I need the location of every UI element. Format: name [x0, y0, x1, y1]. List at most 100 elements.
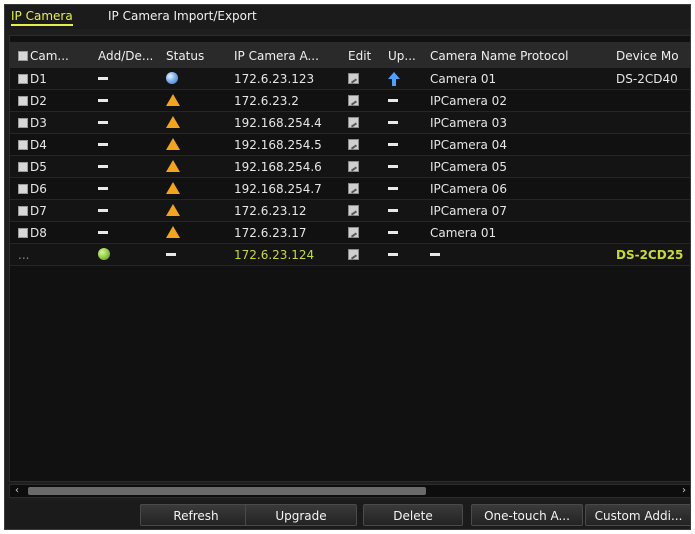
camera-channel-cell[interactable]: D8: [18, 226, 90, 240]
row-checkbox[interactable]: [18, 118, 28, 128]
add-delete-cell[interactable]: [98, 116, 162, 130]
edit-icon[interactable]: [348, 183, 359, 194]
camera-channel-cell[interactable]: D5: [18, 160, 90, 174]
one-touch-adding-button[interactable]: One-touch A...: [471, 504, 583, 526]
select-all-checkbox[interactable]: [18, 51, 28, 61]
edit-cell[interactable]: [348, 182, 378, 196]
edit-icon[interactable]: [348, 161, 359, 172]
ip-address-cell: 172.6.23.17: [234, 226, 344, 240]
row-checkbox[interactable]: [18, 140, 28, 150]
dash-icon: [388, 231, 398, 234]
table-row[interactable]: D8 172.6.23.17 Camera 01: [10, 222, 690, 244]
header-device-model[interactable]: Device Mo: [616, 49, 690, 63]
add-delete-cell[interactable]: [98, 248, 162, 262]
edit-cell[interactable]: [348, 72, 378, 86]
upgrade-cell[interactable]: [388, 94, 424, 108]
edit-icon[interactable]: [348, 139, 359, 150]
refresh-button[interactable]: Refresh: [140, 504, 252, 526]
delete-button[interactable]: Delete: [363, 504, 463, 526]
edit-icon[interactable]: [348, 117, 359, 128]
camera-name-cell: IPCamera 05: [430, 160, 610, 174]
scrollbar-thumb[interactable]: [28, 487, 426, 495]
upgrade-cell[interactable]: [388, 160, 424, 174]
device-model-text: DS-2CD40: [616, 72, 678, 86]
table-row[interactable]: D5 192.168.254.6 IPCamera 05: [10, 156, 690, 178]
horizontal-scrollbar[interactable]: ‹ ›: [9, 484, 690, 498]
table-row[interactable]: D4 192.168.254.5 IPCamera 04: [10, 134, 690, 156]
add-delete-cell[interactable]: [98, 182, 162, 196]
edit-icon[interactable]: [348, 249, 359, 260]
edit-cell[interactable]: [348, 94, 378, 108]
camera-channel-cell[interactable]: D4: [18, 138, 90, 152]
upgrade-cell[interactable]: [388, 116, 424, 130]
row-checkbox[interactable]: [18, 206, 28, 216]
add-delete-cell[interactable]: [98, 204, 162, 218]
header-status[interactable]: Status: [166, 49, 222, 63]
upgrade-cell[interactable]: [388, 248, 424, 262]
edit-cell[interactable]: [348, 248, 378, 262]
add-delete-cell[interactable]: [98, 226, 162, 240]
add-delete-cell[interactable]: [98, 160, 162, 174]
row-checkbox[interactable]: [18, 228, 28, 238]
add-delete-cell[interactable]: [98, 138, 162, 152]
ip-address-text: 172.6.23.2: [234, 94, 299, 108]
add-camera-icon[interactable]: [98, 248, 110, 260]
device-model-cell: DS-2CD40: [616, 72, 690, 86]
edit-icon[interactable]: [348, 73, 359, 84]
upgrade-cell[interactable]: [388, 204, 424, 218]
upgrade-cell[interactable]: [388, 72, 424, 87]
row-checkbox[interactable]: [18, 74, 28, 84]
scroll-right-arrow-icon[interactable]: ›: [677, 485, 690, 497]
edit-icon[interactable]: [348, 205, 359, 216]
header-ip-address[interactable]: IP Camera A...: [234, 49, 344, 63]
table-row[interactable]: D6 192.168.254.7 IPCamera 06: [10, 178, 690, 200]
dash-icon: [166, 253, 176, 256]
upgrade-cell[interactable]: [388, 138, 424, 152]
camera-name-text: IPCamera 02: [430, 94, 507, 108]
discovered-camera-row[interactable]: ... 172.6.23.124 DS-2CD25: [10, 244, 690, 266]
camera-name-cell: IPCamera 03: [430, 116, 610, 130]
upgrade-button[interactable]: Upgrade: [245, 504, 357, 526]
camera-channel-label: D2: [30, 94, 47, 108]
header-add-delete[interactable]: Add/De...: [98, 49, 162, 63]
upgrade-cell[interactable]: [388, 182, 424, 196]
table-row[interactable]: D1 172.6.23.123 Camera 01 DS-2CD40: [10, 68, 690, 90]
tab-bar: IP Camera IP Camera Import/Export: [5, 5, 690, 29]
edit-cell[interactable]: [348, 204, 378, 218]
camera-channel-cell[interactable]: D6: [18, 182, 90, 196]
camera-channel-cell[interactable]: D7: [18, 204, 90, 218]
camera-channel-label: D5: [30, 160, 47, 174]
row-checkbox[interactable]: [18, 96, 28, 106]
table-row[interactable]: D2 172.6.23.2 IPCamera 02: [10, 90, 690, 112]
edit-cell[interactable]: [348, 160, 378, 174]
edit-cell[interactable]: [348, 116, 378, 130]
edit-cell[interactable]: [348, 138, 378, 152]
camera-channel-cell[interactable]: D3: [18, 116, 90, 130]
row-checkbox[interactable]: [18, 162, 28, 172]
upgrade-arrow-icon[interactable]: [388, 72, 400, 86]
header-camera-name-protocol[interactable]: Camera Name Protocol: [430, 49, 610, 63]
custom-adding-button[interactable]: Custom Addi...: [585, 504, 690, 526]
camera-channel-cell[interactable]: D2: [18, 94, 90, 108]
camera-name-cell: IPCamera 04: [430, 138, 610, 152]
ip-address-cell: 192.168.254.4: [234, 116, 344, 130]
edit-icon[interactable]: [348, 227, 359, 238]
camera-channel-label: D7: [30, 204, 47, 218]
edit-icon[interactable]: [348, 95, 359, 106]
header-camera[interactable]: Cam...: [18, 49, 90, 63]
header-upgrade[interactable]: Up...: [388, 49, 424, 63]
row-checkbox[interactable]: [18, 184, 28, 194]
add-delete-cell[interactable]: [98, 94, 162, 108]
camera-channel-cell[interactable]: D1: [18, 72, 90, 86]
scroll-left-arrow-icon[interactable]: ‹: [10, 485, 24, 497]
upgrade-cell[interactable]: [388, 226, 424, 240]
header-edit[interactable]: Edit: [348, 49, 378, 63]
edit-cell[interactable]: [348, 226, 378, 240]
tab-ip-camera-import-export[interactable]: IP Camera Import/Export: [108, 9, 257, 23]
table-row[interactable]: D3 192.168.254.4 IPCamera 03: [10, 112, 690, 134]
warning-icon: [166, 138, 180, 150]
tab-ip-camera[interactable]: IP Camera: [11, 9, 73, 26]
camera-name-text: Camera 01: [430, 226, 497, 240]
add-delete-cell[interactable]: [98, 72, 162, 86]
table-row[interactable]: D7 172.6.23.12 IPCamera 07: [10, 200, 690, 222]
